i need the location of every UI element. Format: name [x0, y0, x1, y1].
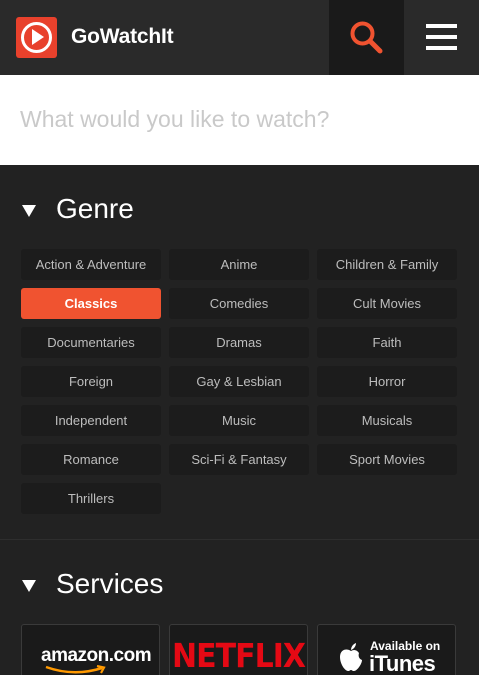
- search-button[interactable]: [329, 0, 404, 75]
- genre-button-thrillers[interactable]: Thrillers: [21, 483, 161, 514]
- top-bar: GoWatchIt: [0, 0, 479, 75]
- genre-button-faith[interactable]: Faith: [317, 327, 457, 358]
- menu-button[interactable]: [404, 0, 479, 75]
- hamburger-line: [426, 35, 457, 39]
- section-divider: [0, 539, 479, 540]
- brand-name[interactable]: GoWatchIt: [71, 25, 174, 49]
- genre-button-anime[interactable]: Anime: [169, 249, 309, 280]
- hamburger-menu-icon: [426, 24, 457, 28]
- genre-button-gay-lesbian[interactable]: Gay & Lesbian: [169, 366, 309, 397]
- genre-button-music[interactable]: Music: [169, 405, 309, 436]
- genre-button-action-adventure[interactable]: Action & Adventure: [21, 249, 161, 280]
- genre-button-cult-movies[interactable]: Cult Movies: [317, 288, 457, 319]
- caret-down-icon: [22, 205, 36, 217]
- genre-title: Genre: [56, 193, 134, 224]
- search-bar: [0, 75, 479, 165]
- genre-button-children-family[interactable]: Children & Family: [317, 249, 457, 280]
- services-section-header[interactable]: Services: [0, 560, 479, 610]
- genre-button-foreign[interactable]: Foreign: [21, 366, 161, 397]
- genre-section-header[interactable]: Genre: [0, 185, 479, 235]
- services-title: Services: [56, 568, 164, 599]
- play-icon[interactable]: [16, 17, 57, 58]
- itunes-logo: iTunes: [369, 651, 436, 675]
- genre-button-dramas[interactable]: Dramas: [169, 327, 309, 358]
- genre-button-romance[interactable]: Romance: [21, 444, 161, 475]
- amazon-logo: amazon.com: [41, 645, 152, 666]
- genre-button-comedies[interactable]: Comedies: [169, 288, 309, 319]
- service-tile-netflix[interactable]: NETFLIX: [169, 624, 308, 675]
- amazon-smile-icon: [45, 665, 106, 674]
- genre-button-documentaries[interactable]: Documentaries: [21, 327, 161, 358]
- service-tile-itunes[interactable]: Available on iTunes: [317, 624, 456, 675]
- hamburger-line: [426, 46, 457, 50]
- apple-logo-icon: [340, 643, 362, 671]
- genre-button-musicals[interactable]: Musicals: [317, 405, 457, 436]
- genre-button-sci-fi-fantasy[interactable]: Sci-Fi & Fantasy: [169, 444, 309, 475]
- genre-button-sport-movies[interactable]: Sport Movies: [317, 444, 457, 475]
- search-icon: [350, 21, 383, 54]
- search-input[interactable]: [20, 99, 460, 139]
- genre-button-classics[interactable]: Classics: [21, 288, 161, 319]
- service-tile-amazon[interactable]: amazon.com: [21, 624, 160, 675]
- genre-button-independent[interactable]: Independent: [21, 405, 161, 436]
- caret-down-icon: [22, 580, 36, 592]
- genre-button-horror[interactable]: Horror: [317, 366, 457, 397]
- netflix-logo: NETFLIX: [172, 637, 306, 675]
